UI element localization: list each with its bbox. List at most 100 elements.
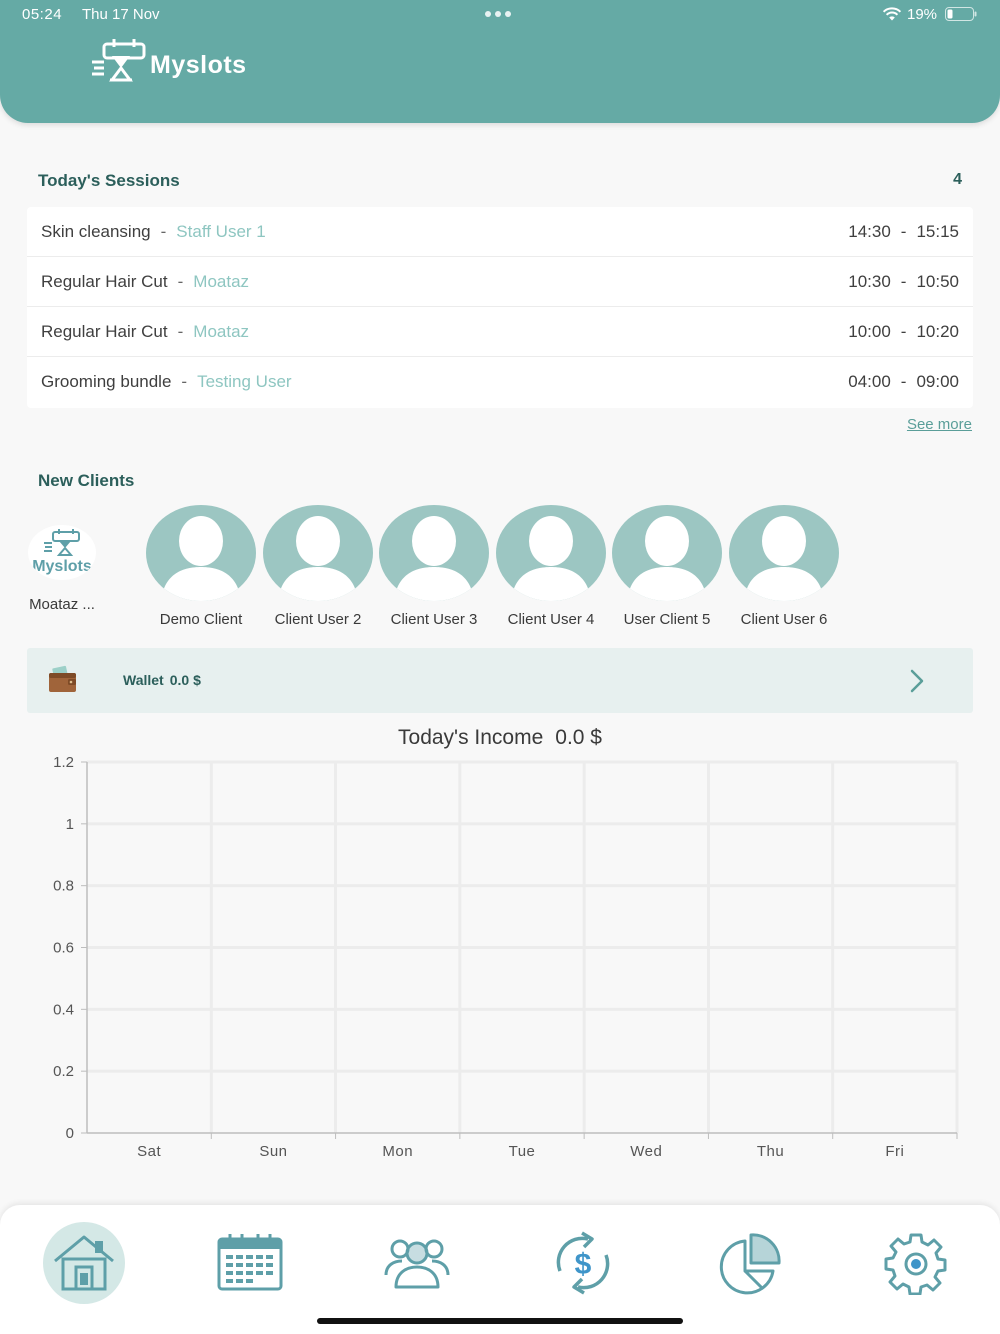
battery-percentage: 19%: [907, 6, 938, 23]
client-item[interactable]: Client User 4: [491, 505, 611, 628]
wallet-icon: [49, 665, 76, 692]
session-row[interactable]: Skin cleansing - Staff User 1 14:30 - 15…: [27, 207, 973, 257]
session-separator: -: [160, 221, 167, 241]
time-separator: -: [900, 321, 907, 341]
person-silhouette-icon: [511, 516, 591, 601]
sessions-list: Skin cleansing - Staff User 1 14:30 - 15…: [27, 207, 973, 408]
session-end: 09:00: [916, 372, 959, 391]
tab-settings[interactable]: [875, 1222, 957, 1304]
session-row[interactable]: Regular Hair Cut - Moataz 10:00 - 10:20: [27, 307, 973, 357]
wallet-amount: 0.0 $: [169, 672, 201, 688]
client-name: Demo Client: [159, 611, 243, 628]
bottom-tab-bar: $: [0, 1205, 1000, 1334]
client-avatar: [496, 505, 606, 601]
client-avatar: [729, 505, 839, 601]
client-avatar: [379, 505, 489, 601]
app-logo: Myslots: [90, 38, 247, 82]
home-icon: [54, 1235, 114, 1291]
y-tick-label: 0: [66, 1125, 74, 1142]
chevron-right-icon[interactable]: [907, 668, 927, 694]
person-silhouette-icon: [161, 516, 241, 601]
tab-calendar[interactable]: [209, 1222, 291, 1304]
tab-income[interactable]: $: [542, 1222, 624, 1304]
client-name: Client User 4: [507, 611, 595, 628]
x-tick-label: Mon: [382, 1143, 413, 1160]
session-separator: -: [177, 271, 184, 291]
session-separator: -: [177, 321, 184, 341]
wallet-bar[interactable]: Wallet 0.0 $: [27, 648, 973, 713]
x-tick-label: Thu: [757, 1143, 784, 1160]
person-silhouette-icon: [394, 516, 474, 601]
svg-text:$: $: [575, 1248, 592, 1281]
multitasking-dots-icon[interactable]: [485, 11, 511, 17]
x-tick-label: Sun: [259, 1143, 287, 1160]
client-item[interactable]: Client User 2: [258, 505, 378, 628]
tab-clients[interactable]: [376, 1222, 458, 1304]
y-tick-label: 0.8: [53, 878, 74, 895]
home-indicator[interactable]: [317, 1318, 683, 1324]
x-tick-label: Wed: [630, 1143, 662, 1160]
calendar-icon: [217, 1234, 283, 1291]
session-row[interactable]: Regular Hair Cut - Moataz 10:30 - 10:50: [27, 257, 973, 307]
client-name: Client User 2: [274, 611, 362, 628]
client-avatar: [146, 505, 256, 601]
client-item[interactable]: User Client 5: [607, 505, 727, 628]
settings-icon: [884, 1233, 947, 1295]
x-tick-label: Sat: [137, 1143, 161, 1160]
client-name: User Client 5: [623, 611, 711, 628]
myslots-logo-icon: Myslots: [32, 529, 92, 575]
client-item[interactable]: Client User 6: [724, 505, 844, 628]
status-bar: 05:24 Thu 17 Nov 19%: [0, 0, 1000, 28]
tab-home[interactable]: [43, 1222, 125, 1304]
session-end: 10:20: [916, 321, 959, 341]
session-service: Regular Hair Cut: [41, 271, 168, 291]
session-start: 14:30: [848, 221, 891, 241]
chart-title: Today's Income 0.0 $: [0, 726, 1000, 750]
logo-text: Myslots: [32, 558, 92, 575]
person-silhouette-icon: [278, 516, 358, 601]
client-item[interactable]: Myslots Moataz ...: [22, 525, 102, 613]
tab-reports[interactable]: [709, 1222, 791, 1304]
y-tick-label: 0.4: [53, 1001, 74, 1018]
session-end: 10:50: [916, 271, 959, 291]
time-separator: -: [900, 271, 907, 291]
new-clients-title: New Clients: [38, 471, 135, 490]
session-service: Skin cleansing: [41, 221, 151, 241]
client-avatar: Myslots: [28, 525, 96, 580]
session-separator: -: [181, 372, 188, 391]
session-staff: Moataz: [193, 321, 250, 341]
wallet-label: Wallet 0.0 $: [123, 672, 201, 688]
session-service: Regular Hair Cut: [41, 321, 168, 341]
clients-icon: [384, 1239, 450, 1289]
app-name: Myslots: [150, 51, 247, 79]
person-silhouette-icon: [627, 516, 707, 601]
session-staff: Testing User: [197, 372, 292, 391]
client-item[interactable]: Demo Client: [141, 505, 261, 628]
client-avatar: [263, 505, 373, 601]
chart-title-text: Today's Income: [398, 726, 544, 749]
wifi-icon: [882, 7, 902, 21]
app-header: 05:24 Thu 17 Nov 19% Myslots: [0, 0, 1000, 123]
income-chart: 0 0.2 0.4 0.6 0.8 1 1.2 Sat Sun Mon Tue Wed Thu Fri: [53, 754, 959, 1160]
hourglass-calendar-icon: [92, 39, 146, 82]
income-icon: $: [556, 1231, 610, 1295]
new-clients-list: Myslots Moataz ... Demo Client Client Us…: [0, 505, 1000, 635]
see-more-link[interactable]: See more: [890, 416, 972, 433]
session-start: 04:00: [848, 372, 891, 391]
session-start: 10:00: [848, 321, 891, 341]
y-tick-label: 1.2: [53, 754, 74, 771]
person-silhouette-icon: [744, 516, 824, 601]
client-item[interactable]: Client User 3: [374, 505, 494, 628]
session-start: 10:30: [848, 271, 891, 291]
session-row[interactable]: Grooming bundle - Testing User 04:00 - 0…: [27, 357, 973, 407]
session-staff: Staff User 1: [176, 221, 266, 241]
time-separator: -: [900, 221, 907, 241]
sessions-count: 4: [953, 171, 962, 188]
session-end: 15:15: [916, 221, 959, 241]
time-separator: -: [900, 372, 907, 391]
y-tick-label: 1: [66, 816, 74, 833]
x-tick-label: Tue: [509, 1143, 536, 1160]
x-tick-label: Fri: [885, 1143, 904, 1160]
sessions-title: Today's Sessions: [38, 171, 180, 190]
client-name: Client User 3: [390, 611, 478, 628]
